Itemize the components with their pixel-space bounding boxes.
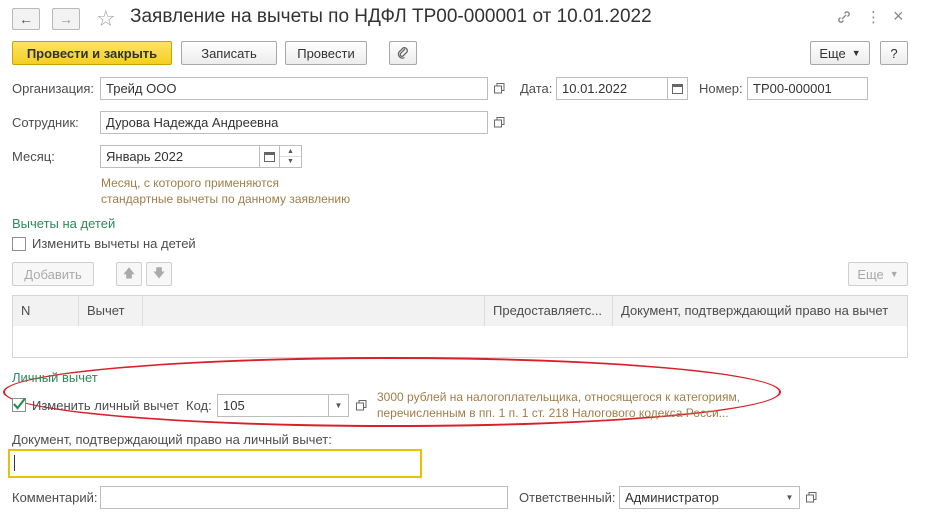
column-n[interactable]: N <box>13 296 79 326</box>
arrow-up-icon: 🡅 <box>122 265 136 280</box>
column-blank[interactable] <box>143 296 485 326</box>
forward-button[interactable]: → <box>52 8 80 30</box>
personal-change-label: Изменить личный вычет <box>32 398 180 413</box>
month-stepper[interactable]: ▲ ▼ <box>280 145 302 168</box>
move-up-button[interactable]: 🡅 <box>116 262 142 286</box>
open-window-icon <box>493 83 504 94</box>
employee-field[interactable]: Дурова Надежда Андреевна <box>100 111 488 134</box>
open-window-icon <box>805 492 816 503</box>
responsible-field[interactable]: Администратор <box>619 486 781 509</box>
code-hint-line-1: 3000 рублей на налогоплательщика, относя… <box>377 390 741 404</box>
column-document[interactable]: Документ, подтверждающий право на вычет <box>613 296 907 326</box>
arrow-down-icon: 🡇 <box>152 265 166 280</box>
open-window-icon <box>493 117 504 128</box>
org-label: Организация: <box>12 81 95 96</box>
responsible-open-button[interactable] <box>801 486 821 509</box>
number-label: Номер: <box>699 81 743 96</box>
date-field[interactable]: 10.01.2022 <box>556 77 668 100</box>
personal-group-title: Личный вычет <box>12 370 98 385</box>
date-calendar-button[interactable] <box>668 77 688 100</box>
save-button[interactable]: Записать <box>181 41 277 65</box>
calendar-icon <box>264 152 275 162</box>
month-calendar-button[interactable] <box>260 145 280 168</box>
children-table-header: N Вычет Предоставляетс... Документ, подт… <box>12 295 908 327</box>
responsible-label: Ответственный: <box>519 490 616 505</box>
code-field[interactable]: 105 <box>217 394 329 417</box>
doc-field[interactable] <box>8 449 422 478</box>
comment-label: Комментарий: <box>12 490 98 505</box>
post-and-close-button[interactable]: Провести и закрыть <box>12 41 172 65</box>
more-label: Еще <box>819 45 846 61</box>
children-change-checkbox[interactable] <box>12 237 26 251</box>
employee-label: Сотрудник: <box>12 115 79 130</box>
calendar-icon <box>672 84 683 94</box>
month-hint-line-1: Месяц, с которого применяются <box>101 176 279 190</box>
month-hint-line-2: стандартные вычеты по данному заявлению <box>101 192 351 206</box>
link-icon[interactable] <box>836 9 852 28</box>
children-group-title: Вычеты на детей <box>12 216 116 231</box>
attach-button[interactable] <box>389 41 417 65</box>
post-button[interactable]: Провести <box>285 41 367 65</box>
close-icon[interactable]: × <box>893 6 904 27</box>
move-down-button[interactable]: 🡇 <box>146 262 172 286</box>
column-deduction[interactable]: Вычет <box>79 296 143 326</box>
chevron-down-icon: ▼ <box>334 401 343 410</box>
responsible-dropdown-button[interactable]: ▼ <box>780 486 800 509</box>
help-button[interactable]: ? <box>880 41 908 65</box>
text-cursor <box>14 455 15 471</box>
chevron-down-icon: ▼ <box>889 269 899 279</box>
window-title: Заявление на вычеты по НДФЛ ТР00-000001 … <box>130 6 652 27</box>
column-provided[interactable]: Предоставляетс... <box>485 296 613 326</box>
chevron-down-icon: ▼ <box>851 48 861 58</box>
code-label: Код: <box>186 398 212 413</box>
children-change-label: Изменить вычеты на детей <box>32 236 196 251</box>
checkmark-icon <box>13 397 26 410</box>
employee-open-button[interactable] <box>489 111 509 134</box>
month-label: Месяц: <box>12 149 55 164</box>
add-button[interactable]: Добавить <box>12 262 94 286</box>
comment-field[interactable] <box>100 486 508 509</box>
children-more-label: Еще <box>857 266 884 282</box>
arrow-left-icon: ← <box>19 11 33 27</box>
code-dropdown-button[interactable]: ▼ <box>329 394 349 417</box>
stepper-down-icon[interactable]: ▼ <box>280 157 301 167</box>
number-field[interactable]: ТР00-000001 <box>747 77 868 100</box>
more-button[interactable]: Еще ▼ <box>810 41 870 65</box>
open-window-icon <box>355 400 366 411</box>
date-label: Дата: <box>520 81 553 96</box>
back-button[interactable]: ← <box>12 8 40 30</box>
children-table-body[interactable] <box>12 326 908 358</box>
org-field[interactable]: Трейд ООО <box>100 77 488 100</box>
chevron-down-icon: ▼ <box>785 493 794 502</box>
star-icon[interactable]: ☆ <box>96 6 116 32</box>
org-open-button[interactable] <box>489 77 509 100</box>
code-hint-line-2: перечисленным в пп. 1 п. 1 ст. 218 Налог… <box>377 406 729 420</box>
code-open-button[interactable] <box>351 394 371 417</box>
children-more-button[interactable]: Еще ▼ <box>848 262 908 286</box>
more-vertical-icon[interactable]: ⋮ <box>866 8 881 26</box>
paperclip-icon <box>397 47 408 59</box>
personal-change-checkbox[interactable] <box>12 397 26 412</box>
arrow-right-icon: → <box>59 11 73 27</box>
month-field[interactable]: Январь 2022 <box>100 145 260 168</box>
doc-label: Документ, подтверждающий право на личный… <box>12 432 332 447</box>
stepper-up-icon[interactable]: ▲ <box>280 146 301 157</box>
